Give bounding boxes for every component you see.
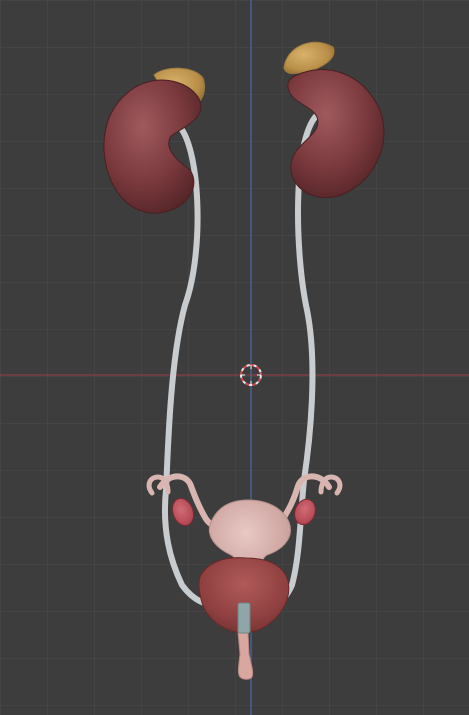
selection-marker[interactable] — [237, 602, 251, 634]
scene-canvas[interactable] — [0, 0, 469, 715]
3d-viewport[interactable] — [0, 0, 469, 715]
